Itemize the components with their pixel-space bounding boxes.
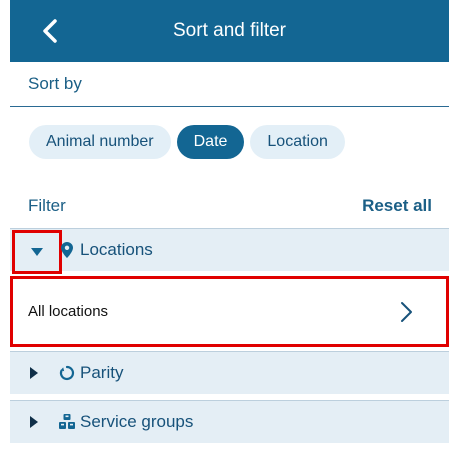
- filter-section-locations[interactable]: Locations: [10, 228, 449, 274]
- parity-cycle-icon: [58, 364, 76, 382]
- filter-label: Filter: [28, 196, 66, 215]
- filter-section-service-groups[interactable]: Service groups: [10, 400, 449, 443]
- expand-toggle-locations[interactable]: [12, 230, 62, 274]
- sort-options: Animal number Date Location: [29, 125, 345, 159]
- section-label-service-groups: Service groups: [80, 412, 194, 431]
- sort-chip-location[interactable]: Location: [250, 125, 345, 159]
- sort-chip-animal-number[interactable]: Animal number: [29, 125, 171, 159]
- sort-divider: [10, 106, 449, 107]
- filter-section-parity[interactable]: Parity: [10, 351, 449, 394]
- back-button[interactable]: [36, 17, 64, 45]
- expand-toggle-parity[interactable]: [24, 360, 44, 386]
- sort-chip-date[interactable]: Date: [176, 125, 245, 159]
- caret-right-icon: [30, 416, 38, 428]
- caret-down-icon: [31, 248, 43, 256]
- section-label-parity: Parity: [80, 363, 124, 382]
- sort-by-label: Sort by: [28, 74, 82, 93]
- caret-right-icon: [30, 367, 38, 379]
- service-groups-icon: [58, 413, 76, 431]
- section-label-locations: Locations: [80, 240, 153, 259]
- all-locations-label: All locations: [28, 303, 109, 320]
- reset-all-button[interactable]: Reset all: [362, 196, 432, 216]
- chevron-right-icon: [401, 302, 412, 322]
- expand-toggle-service-groups[interactable]: [24, 409, 44, 435]
- chevron-left-icon: [43, 19, 57, 43]
- all-locations-option[interactable]: All locations: [10, 276, 449, 347]
- app-header: Sort and filter: [10, 0, 449, 62]
- location-pin-icon: [58, 241, 76, 259]
- page-title: Sort and filter: [173, 20, 286, 41]
